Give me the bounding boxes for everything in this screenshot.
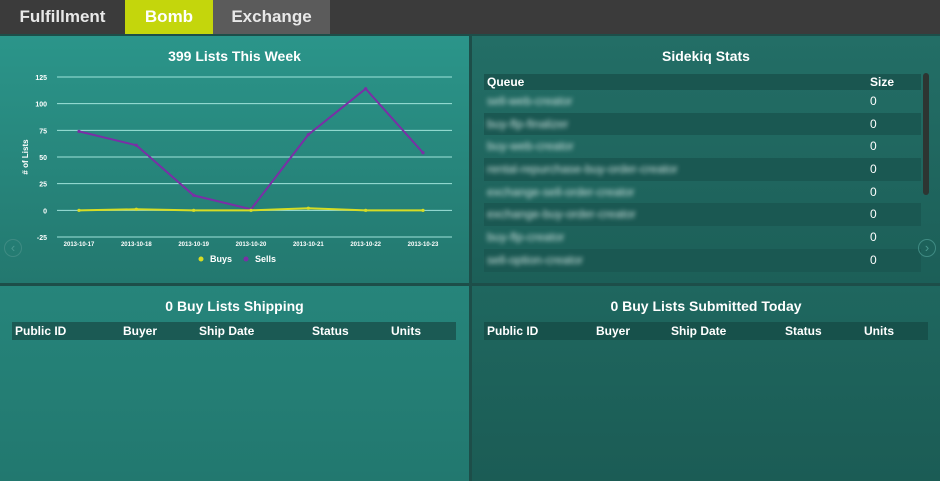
- x-tick-label: 2013-10-20: [236, 242, 267, 248]
- lists-this-week-panel: 399 Lists This Week 125 100 75 50 25 0 -25 # of…: [0, 36, 469, 283]
- queue-name: exchange-buy-order-creator: [487, 207, 636, 222]
- x-tick-label: 2013-10-22: [350, 242, 381, 248]
- chevron-left-icon[interactable]: ‹: [4, 239, 22, 257]
- table-row: rental-repurchase-buy-order-creator 0: [484, 158, 921, 181]
- queue-size: 0: [870, 252, 877, 267]
- queue-size: 0: [870, 207, 877, 222]
- y-tick-label: 75: [39, 128, 47, 135]
- lists-line-chart: 125 100 75 50 25 0 -25 # of Lists 2013-10-17 2013…: [21, 75, 452, 264]
- data-point-sells: [306, 133, 310, 137]
- sidekiq-stats-panel: Sidekiq Stats Queue Size sell-web-creato…: [472, 36, 940, 283]
- x-tick-label: 2013-10-17: [64, 242, 95, 248]
- y-tick-label: 100: [35, 102, 47, 109]
- col-public-id: Public ID: [487, 324, 539, 338]
- y-axis-label: # of Lists: [21, 139, 30, 175]
- y-tick-label: -25: [37, 235, 47, 242]
- table-row: sell-option-creator 0: [484, 248, 921, 272]
- queue-name: exchange-sell-order-creator: [487, 184, 635, 199]
- submitted-table: Public ID Buyer Ship Date Status Units: [484, 322, 928, 340]
- col-status: Status: [312, 324, 349, 338]
- legend-label-sells: Sells: [255, 254, 276, 264]
- size-column-header: Size: [870, 75, 895, 89]
- submitted-title: 0 Buy Lists Submitted Today: [610, 298, 802, 314]
- y-tick-label: 125: [35, 75, 47, 82]
- queue-size: 0: [870, 94, 877, 108]
- table-row: buy-web-creator 0: [484, 135, 921, 158]
- queue-size: 0: [870, 116, 877, 131]
- queue-size: 0: [870, 230, 877, 245]
- sidekiq-title: Sidekiq Stats: [662, 48, 750, 64]
- data-point-buys: [134, 207, 138, 211]
- tab-bomb[interactable]: Bomb: [125, 0, 213, 34]
- x-tick-label: 2013-10-19: [178, 242, 209, 248]
- shipping-table: Public ID Buyer Ship Date Status Units: [12, 322, 456, 340]
- col-status: Status: [785, 324, 822, 338]
- buy-lists-submitted-panel: 0 Buy Lists Submitted Today Public ID Bu…: [472, 286, 940, 481]
- legend-label-buys: Buys: [210, 254, 232, 264]
- queue-name: buy-flp-finalizer: [487, 116, 569, 131]
- x-tick-label: 2013-10-23: [408, 242, 439, 248]
- table-row: exchange-sell-order-creator 0: [484, 181, 921, 204]
- data-point-sells: [421, 151, 425, 155]
- table-row: buy-flp-finalizer 0: [484, 112, 921, 136]
- data-point-sells: [77, 129, 81, 133]
- queue-name: buy-web-creator: [487, 139, 574, 154]
- queue-column-header: Queue: [487, 75, 525, 89]
- data-point-buys: [306, 206, 310, 210]
- queue-size: 0: [870, 162, 877, 177]
- queue-table-header: Queue Size: [484, 74, 921, 90]
- chevron-right-icon[interactable]: ›: [918, 239, 936, 257]
- col-ship-date: Ship Date: [199, 324, 255, 338]
- col-buyer: Buyer: [596, 324, 631, 338]
- tab-fulfillment[interactable]: Fulfillment: [0, 0, 125, 34]
- x-tick-label: 2013-10-21: [293, 242, 324, 248]
- data-point-sells: [134, 143, 138, 147]
- data-point-buys: [421, 208, 425, 212]
- col-units: Units: [391, 324, 421, 338]
- data-point-buys: [249, 208, 253, 212]
- col-public-id: Public ID: [15, 324, 67, 338]
- queue-name: buy-flp-creator: [487, 230, 565, 245]
- series-line-sells: [78, 87, 424, 211]
- queue-size: 0: [870, 139, 877, 154]
- queue-name: rental-repurchase-buy-order-creator: [487, 162, 678, 177]
- table-row: sell-web-creator 0: [484, 90, 921, 113]
- tab-exchange[interactable]: Exchange: [213, 0, 330, 34]
- x-tick-label: 2013-10-18: [121, 242, 152, 248]
- y-tick-label: 50: [39, 155, 47, 162]
- queue-table: Queue Size sell-web-creator 0 buy-flp-fin…: [484, 74, 921, 272]
- y-tick-label: 0: [43, 208, 47, 215]
- table-row: buy-flp-creator 0: [484, 226, 921, 249]
- data-point-buys: [192, 208, 196, 212]
- col-units: Units: [864, 324, 894, 338]
- data-point-buys: [364, 208, 368, 212]
- shipping-table-header: Public ID Buyer Ship Date Status Units: [12, 322, 456, 340]
- queue-name: sell-web-creator: [487, 94, 573, 108]
- col-ship-date: Ship Date: [671, 324, 727, 338]
- data-point-buys: [77, 208, 81, 212]
- legend-marker-sells: [243, 256, 249, 262]
- col-buyer: Buyer: [123, 324, 158, 338]
- data-point-sells: [192, 193, 196, 197]
- tab-bar: Fulfillment Bomb Exchange: [0, 0, 940, 34]
- submitted-table-header: Public ID Buyer Ship Date Status Units: [484, 322, 928, 340]
- shipping-title: 0 Buy Lists Shipping: [165, 298, 304, 314]
- queue-name: sell-option-creator: [487, 252, 584, 267]
- legend-marker-buys: [198, 256, 204, 262]
- y-tick-label: 25: [39, 182, 47, 189]
- table-row: exchange-buy-order-creator 0: [484, 203, 921, 227]
- queue-scrollbar[interactable]: [923, 73, 929, 195]
- queue-size: 0: [870, 184, 877, 199]
- buy-lists-shipping-panel: 0 Buy Lists Shipping Public ID Buyer Shi…: [0, 286, 469, 481]
- data-point-sells: [364, 87, 368, 91]
